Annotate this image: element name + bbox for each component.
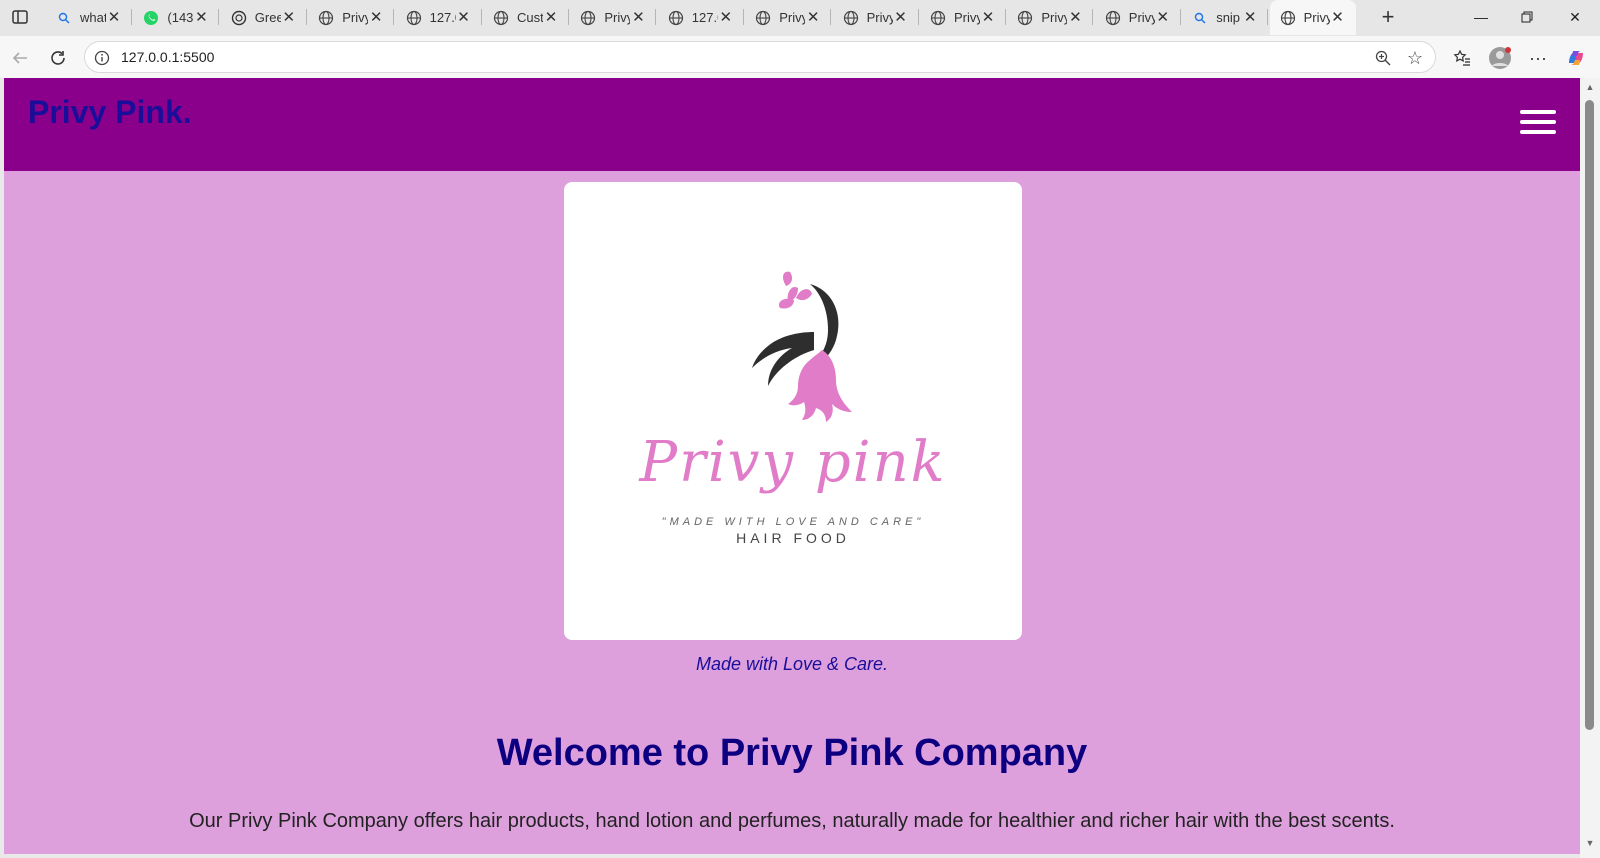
scroll-up-arrow-icon[interactable]: ▲	[1584, 82, 1596, 94]
restore-button[interactable]	[1504, 0, 1550, 34]
tab-strip: what✕(143✕Gree✕Privy✕127.0✕Cust✕Privy✕12…	[0, 0, 1600, 36]
logo-caption: Made with Love & Care.	[695, 654, 889, 674]
profile-avatar[interactable]	[1486, 44, 1514, 72]
browser-tab[interactable]: Privy ✕	[833, 0, 919, 35]
globe-icon	[1105, 10, 1121, 26]
tab-title: Privy	[1303, 10, 1330, 25]
tab-title: Privy	[954, 10, 980, 25]
tab-actions-icon[interactable]	[8, 6, 32, 28]
brand-logo-text[interactable]: Privy Pink.	[28, 94, 192, 131]
tab-title: snip	[1216, 10, 1241, 25]
close-tab-icon[interactable]: ✕	[893, 9, 909, 26]
tab-title: what	[80, 10, 106, 25]
favorites-icon[interactable]	[1448, 44, 1476, 72]
tab-title: Privy	[866, 10, 893, 25]
globe-icon	[930, 10, 946, 26]
tab-title: Gree	[254, 10, 281, 25]
site-info-icon[interactable]	[93, 49, 111, 67]
close-tab-icon[interactable]: ✕	[630, 9, 646, 26]
search-icon	[1192, 10, 1208, 26]
globe-icon	[1017, 10, 1033, 26]
address-bar-row: 127.0.0.1:5500 ☆ ···	[0, 36, 1600, 78]
close-tab-icon[interactable]: ✕	[805, 9, 821, 26]
browser-tab[interactable]: Privy ✕	[1269, 0, 1356, 35]
page-title: Welcome to Privy Pink Company	[496, 732, 1088, 774]
browser-tab[interactable]: Privy ✕	[1007, 0, 1094, 35]
close-tab-icon[interactable]: ✕	[1067, 9, 1083, 26]
tab-title: Privy	[342, 10, 369, 25]
hamburger-menu-icon[interactable]	[1520, 110, 1556, 138]
whatsapp-icon	[143, 10, 159, 26]
intro-paragraph: Our Privy Pink Company offers hair produ…	[189, 810, 1395, 832]
globe-icon	[318, 10, 334, 26]
close-tab-icon[interactable]: ✕	[456, 9, 472, 26]
copilot-icon[interactable]	[1562, 44, 1590, 72]
browser-tab[interactable]: (143 ✕	[133, 0, 220, 35]
globe-icon	[1280, 10, 1296, 26]
browser-tab[interactable]: 127.0✕	[396, 0, 482, 35]
tab-title: Privy	[779, 10, 806, 25]
globe-icon	[406, 10, 422, 26]
logo-product-text: HAIR FOOD	[736, 530, 850, 546]
close-tab-icon[interactable]: ✕	[1330, 9, 1346, 26]
close-tab-icon[interactable]: ✕	[1155, 9, 1171, 26]
globe-icon	[843, 10, 859, 26]
logo-tagline: "MADE WITH LOVE AND CARE"	[661, 516, 925, 528]
close-tab-icon[interactable]: ✕	[980, 9, 996, 26]
browser-tab[interactable]: snip ✕	[1182, 0, 1269, 35]
logo-script-text: Privy pink	[639, 430, 947, 495]
browser-tab[interactable]: Privy ✕	[920, 0, 1006, 35]
tab-title: Privy	[1041, 10, 1068, 25]
browser-tab[interactable]: what ✕	[46, 0, 132, 35]
tab-title: 127.0	[691, 10, 718, 25]
close-tab-icon[interactable]: ✕	[543, 9, 559, 26]
tab-title: 127.0	[429, 10, 456, 25]
globe-icon	[580, 10, 596, 26]
reload-button[interactable]	[44, 44, 72, 72]
close-tab-icon[interactable]: ✕	[193, 9, 209, 26]
tab-title: (143	[167, 10, 194, 25]
search-icon	[56, 10, 72, 26]
chatgpt-icon	[231, 10, 247, 26]
globe-icon	[668, 10, 684, 26]
back-button[interactable]	[6, 44, 34, 72]
browser-tab[interactable]: Privy ✕	[745, 0, 832, 35]
close-tab-icon[interactable]: ✕	[106, 9, 122, 26]
browser-tab[interactable]: Cust ✕	[483, 0, 569, 35]
new-tab-button[interactable]: +	[1374, 4, 1402, 30]
scroll-down-arrow-icon[interactable]: ▼	[1584, 838, 1596, 850]
globe-icon	[755, 10, 771, 26]
close-tab-icon[interactable]: ✕	[281, 9, 297, 26]
scrollbar-thumb[interactable]	[1585, 100, 1594, 730]
site-header: Privy Pink.	[4, 78, 1580, 171]
tab-title: Cust	[517, 10, 543, 25]
minimize-button[interactable]: —	[1458, 0, 1504, 34]
tab-title: Privy	[1128, 10, 1155, 25]
browser-tab[interactable]: Privy ✕	[308, 0, 395, 35]
close-tab-icon[interactable]: ✕	[368, 9, 384, 26]
close-window-button[interactable]: ✕	[1552, 0, 1598, 34]
tab-title: Privy	[604, 10, 631, 25]
close-tab-icon[interactable]: ✕	[1242, 9, 1258, 26]
browser-tab[interactable]: 127.0✕	[658, 0, 744, 35]
more-menu-icon[interactable]: ···	[1524, 44, 1552, 72]
close-tab-icon[interactable]: ✕	[718, 9, 734, 26]
address-bar[interactable]: 127.0.0.1:5500 ☆	[84, 41, 1436, 73]
globe-icon	[493, 10, 509, 26]
browser-tab[interactable]: Privy ✕	[570, 0, 657, 35]
browser-tab[interactable]: Privy ✕	[1095, 0, 1181, 35]
logo-image: Privy pink "MADE WITH LOVE AND CARE" HAI…	[564, 182, 1022, 640]
vertical-scrollbar[interactable]: ▲ ▼	[1580, 78, 1600, 858]
page-viewport: Privy Pink. Privy pink "MADE WITH LOVE A…	[4, 78, 1580, 854]
favorite-star-icon[interactable]: ☆	[1405, 48, 1425, 68]
url-text[interactable]: 127.0.0.1:5500	[121, 49, 214, 65]
zoom-icon[interactable]	[1373, 48, 1393, 68]
browser-tab[interactable]: Gree ✕	[221, 0, 307, 35]
woman-silhouette-icon	[752, 271, 852, 422]
